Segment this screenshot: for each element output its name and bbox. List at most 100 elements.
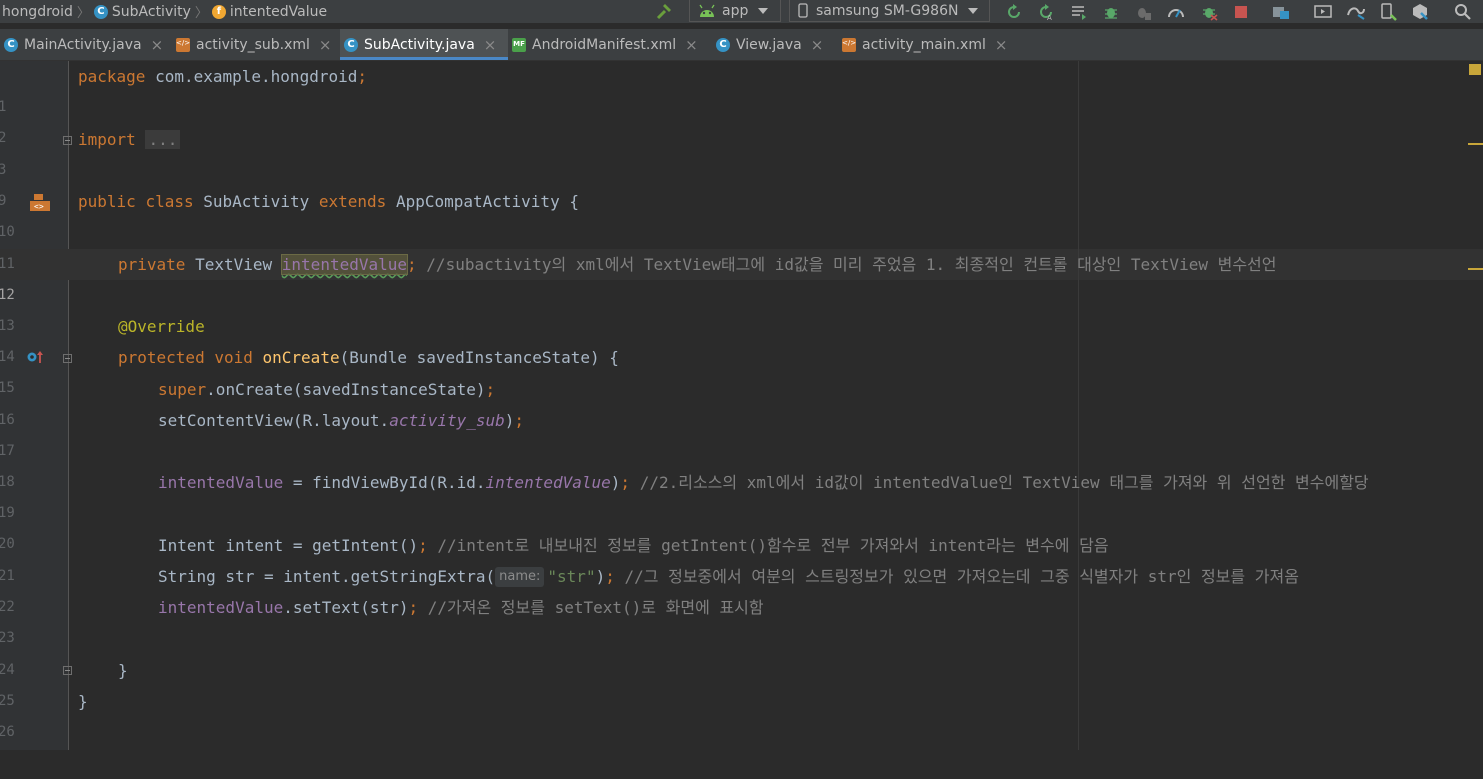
keyword: import (78, 130, 136, 149)
device-manager-icon[interactable] (1312, 0, 1334, 23)
tab-view-java[interactable]: C View.java × (712, 29, 838, 60)
class-icon: C (93, 4, 108, 19)
semicolon: ; (407, 255, 417, 274)
apply-code-changes-icon[interactable]: A (1035, 0, 1057, 23)
close-icon[interactable]: × (811, 36, 824, 54)
attach-debugger-icon[interactable] (1132, 0, 1154, 23)
keyword: class (145, 192, 194, 211)
build-hammer-icon[interactable] (653, 0, 675, 23)
folded-imports[interactable]: ... (145, 130, 181, 149)
tab-label: SubActivity.java (364, 36, 475, 53)
android-icon (699, 4, 715, 17)
code-comment: //가져온 정보를 setText()로 화면에 표시함 (427, 598, 764, 617)
tab-activity-sub-xml[interactable]: activity_sub.xml × (172, 29, 340, 60)
statement: Intent intent = getIntent() (158, 536, 419, 555)
code-line: 22 String str = intent.getStringExtra(na… (0, 561, 1483, 615)
code-line: 25 } (0, 655, 1483, 709)
close-icon[interactable]: × (484, 36, 497, 54)
search-icon[interactable] (1452, 0, 1474, 23)
keyword: package (78, 67, 146, 86)
line-number: 26 (0, 724, 15, 740)
semicolon: ; (485, 380, 496, 399)
close-icon[interactable]: × (151, 36, 164, 54)
breadcrumb-separator-icon: 〉 (76, 6, 90, 21)
code-line: 26 } (0, 686, 1483, 740)
semicolon: ; (357, 67, 367, 86)
code-line: 14 @Override (0, 311, 1483, 365)
annotation: @Override (118, 317, 205, 336)
breadcrumb-project[interactable]: hongdroid (2, 4, 73, 20)
code-line: 23 intentedValue.setText(str); //가져온 정보를… (0, 592, 1483, 646)
code-line-current: 12 private TextView intentedValue; //sub… (0, 249, 1483, 303)
package-name: com.example.hongdroid (145, 67, 358, 86)
run-configuration-list-icon[interactable] (1068, 0, 1090, 23)
paren: ) (504, 411, 515, 430)
semicolon: ; (408, 598, 419, 617)
project-structure-icon[interactable] (1270, 0, 1292, 23)
paren: ) (595, 567, 606, 586)
profiler-icon[interactable] (1165, 0, 1187, 23)
field-reference: intentedValue (158, 473, 284, 492)
class-icon: C (344, 37, 358, 52)
code-line: 13 (0, 280, 1483, 334)
method-name: onCreate (262, 348, 340, 367)
keyword: void (214, 348, 253, 367)
static-constant: activity_sub (389, 411, 505, 430)
tab-label: MainActivity.java (24, 36, 142, 53)
semicolon: ; (605, 567, 615, 586)
code-line: 20 (0, 498, 1483, 552)
brace: } (118, 661, 128, 680)
code-line: 2 (0, 92, 1483, 146)
type-name: TextView (195, 255, 273, 274)
navigation-bar: hongdroid 〉 C SubActivity 〉 f intentedVa… (0, 0, 1483, 23)
code-line: 10 public class SubActivity extends AppC… (0, 186, 1483, 240)
field-reference: intentedValue (158, 598, 284, 617)
run-config-dropdown[interactable]: app (689, 0, 781, 22)
tab-androidmanifest-xml[interactable]: AndroidManifest.xml × (508, 29, 712, 60)
tab-label: AndroidManifest.xml (532, 36, 677, 53)
parent-class: AppCompatActivity (395, 192, 560, 211)
code-line: 24 (0, 624, 1483, 678)
manifest-icon (512, 37, 526, 52)
breadcrumb-field[interactable]: intentedValue (230, 4, 327, 20)
tab-label: View.java (736, 36, 802, 53)
field-icon: f (211, 4, 226, 19)
sync-gradle-icon[interactable] (1345, 0, 1367, 23)
device-dropdown[interactable]: samsung SM-G986N (789, 0, 990, 22)
code-line: 15 protected void onCreate(Bundle savedI… (0, 342, 1483, 396)
breadcrumb-class[interactable]: SubActivity (112, 4, 191, 20)
keyword: extends (318, 192, 387, 211)
statement: .onCreate(savedInstanceState) (206, 380, 486, 399)
debug-icon[interactable] (1100, 0, 1122, 23)
sdk-manager-icon[interactable] (1409, 0, 1431, 23)
code-line: 17 setContentView(R.layout.activity_sub)… (0, 405, 1483, 459)
close-icon[interactable]: × (319, 36, 332, 54)
code-line: 3 import ... (0, 124, 1483, 178)
tab-mainactivity-java[interactable]: C MainActivity.java × (0, 29, 172, 60)
close-icon[interactable]: × (685, 36, 698, 54)
tab-label: activity_sub.xml (196, 36, 310, 53)
editor-tabs: C MainActivity.java × activity_sub.xml ×… (0, 29, 1483, 61)
statement: = findViewById(R.id. (283, 473, 486, 492)
keyword: protected (118, 348, 205, 367)
avd-manager-icon[interactable] (1377, 0, 1399, 23)
debug-restart-icon[interactable] (1198, 0, 1220, 23)
close-icon[interactable]: × (995, 36, 1008, 54)
code-line: 9 (0, 155, 1483, 209)
keyword: public (78, 192, 136, 211)
parameter-hint: name: (495, 567, 545, 587)
tab-label: activity_main.xml (862, 36, 986, 53)
stop-icon[interactable] (1230, 0, 1252, 23)
run-config-label: app (722, 2, 749, 19)
string-literal: "str" (547, 567, 596, 586)
class-name: SubActivity (203, 192, 310, 211)
tab-subactivity-java[interactable]: C SubActivity.java × (340, 29, 508, 60)
apply-changes-icon[interactable] (1003, 0, 1025, 23)
tab-activity-main-xml[interactable]: activity_main.xml × (838, 29, 1016, 60)
code-line: 1 package com.example.hongdroid; (0, 61, 1483, 115)
semicolon: ; (514, 411, 525, 430)
chevron-down-icon (968, 7, 979, 14)
statement: .setText(str) (283, 598, 409, 617)
code-line: 19 intentedValue = findViewById(R.id.int… (0, 467, 1483, 521)
class-icon: C (4, 37, 18, 52)
